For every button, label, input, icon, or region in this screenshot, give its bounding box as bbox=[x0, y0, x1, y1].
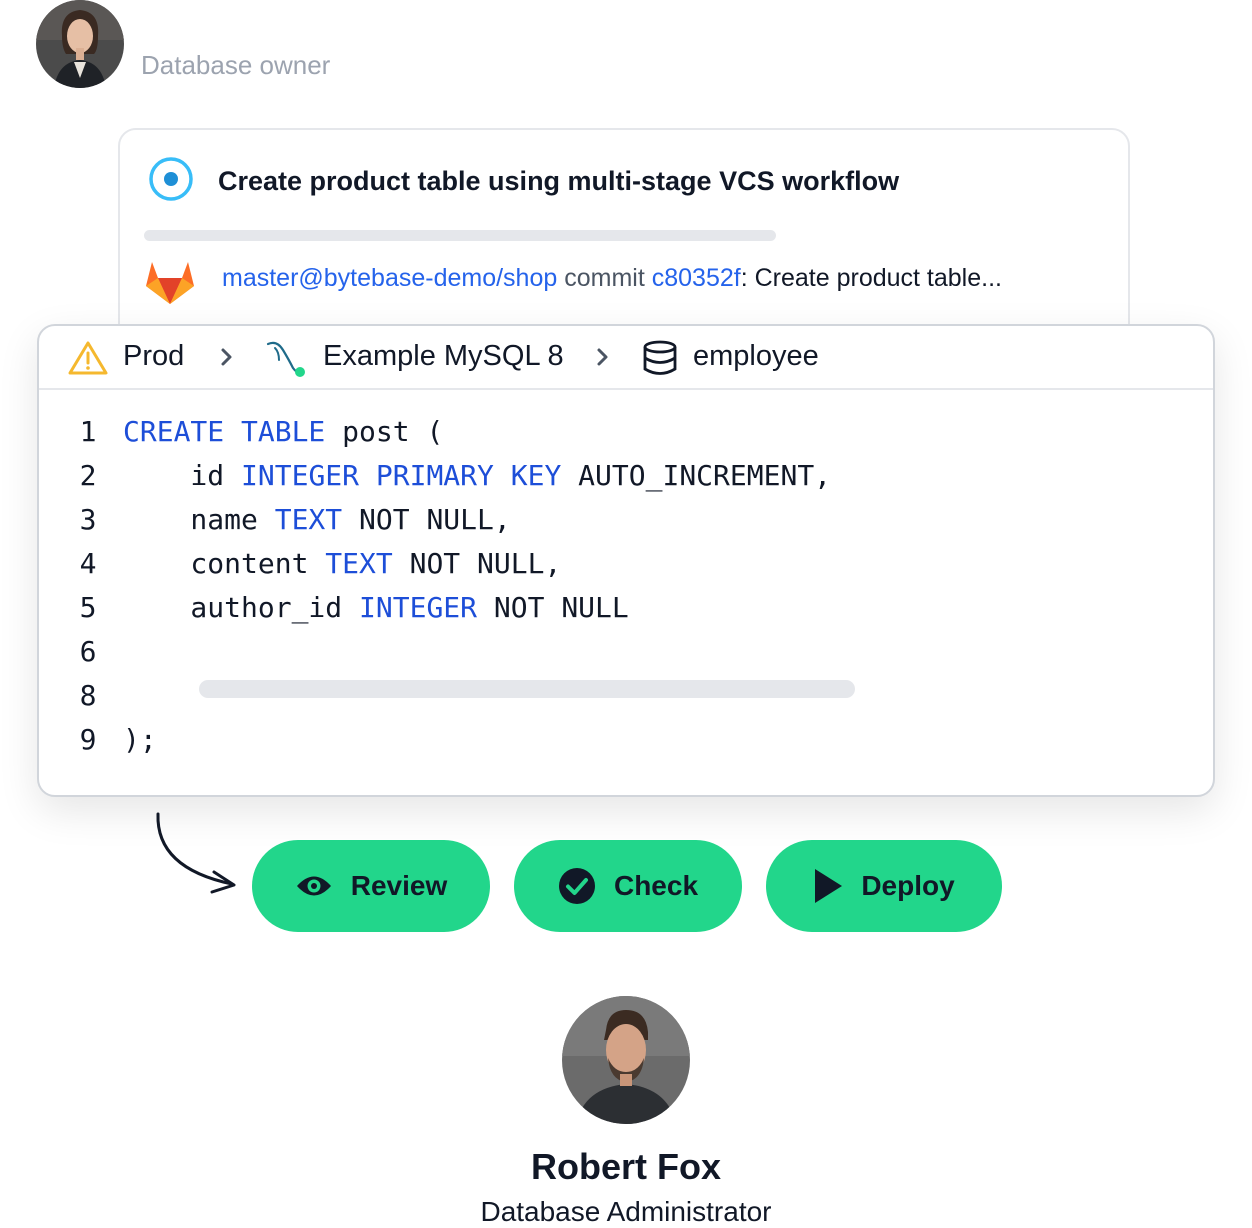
progress-placeholder bbox=[144, 230, 776, 241]
admin-avatar bbox=[562, 996, 690, 1124]
sql-text: NOT NULL, bbox=[392, 547, 562, 580]
sql-keyword: INTEGER PRIMARY KEY bbox=[241, 459, 562, 492]
radio-icon[interactable] bbox=[148, 156, 194, 202]
code-text: id INTEGER PRIMARY KEY AUTO_INCREMENT, bbox=[123, 454, 831, 498]
deploy-button[interactable]: Deploy bbox=[766, 840, 1002, 932]
check-button-label: Check bbox=[613, 870, 699, 901]
admin-role: Database Administrator bbox=[480, 1196, 772, 1227]
code-line: 1 CREATE TABLE post ( bbox=[39, 410, 1213, 454]
code-text: CREATE TABLE post ( bbox=[123, 410, 443, 454]
commit-line: master@bytebase-demo/shop commit c80352f… bbox=[222, 264, 1002, 293]
code-line: 5 author_id INTEGER NOT NULL bbox=[39, 586, 1213, 630]
code-line: 2 id INTEGER PRIMARY KEY AUTO_INCREMENT, bbox=[39, 454, 1213, 498]
deploy-button-label: Deploy bbox=[861, 870, 955, 901]
line-number: 8 bbox=[79, 679, 97, 712]
code-text: ); bbox=[123, 718, 157, 762]
sql-text: ); bbox=[123, 723, 157, 756]
line-number: 3 bbox=[79, 503, 97, 536]
sql-text: AUTO_INCREMENT, bbox=[561, 459, 832, 492]
sql-text: NOT NULL, bbox=[342, 503, 511, 536]
sql-text: post ( bbox=[325, 415, 444, 448]
breadcrumb-environment[interactable]: Prod bbox=[123, 340, 184, 373]
sql-text: name bbox=[123, 503, 275, 536]
sql-keyword: TEXT bbox=[274, 503, 343, 536]
review-button[interactable]: Review bbox=[252, 840, 490, 932]
play-icon bbox=[815, 869, 843, 903]
breadcrumb-instance[interactable]: Example MySQL 8 bbox=[323, 340, 564, 373]
admin-photo bbox=[562, 996, 690, 1124]
line-number: 4 bbox=[79, 547, 97, 580]
line-number: 9 bbox=[79, 723, 97, 756]
code-line: 6 bbox=[39, 630, 1213, 674]
review-button-label: Review bbox=[350, 870, 448, 901]
breadcrumb: Prod Example MySQL 8 employee bbox=[39, 326, 1213, 390]
commit-word: commit bbox=[564, 264, 645, 292]
database-icon bbox=[643, 340, 677, 375]
code-line: 4 content TEXT NOT NULL, bbox=[39, 542, 1213, 586]
code-placeholder-bar bbox=[199, 680, 855, 698]
admin-name: Robert Fox bbox=[530, 1146, 721, 1187]
gitlab-icon bbox=[146, 262, 194, 304]
chevron-right-icon bbox=[597, 348, 608, 366]
owner-avatar bbox=[36, 0, 124, 88]
breadcrumb-database[interactable]: employee bbox=[693, 340, 819, 373]
code-area[interactable]: 1 CREATE TABLE post (2 id INTEGER PRIMARY… bbox=[39, 410, 1213, 762]
code-text: author_id INTEGER NOT NULL bbox=[123, 586, 629, 630]
sql-keyword: INTEGER bbox=[359, 591, 478, 624]
commit-message: : Create product table... bbox=[740, 264, 1002, 292]
owner-photo bbox=[36, 0, 124, 88]
chevron-right-icon bbox=[221, 348, 232, 366]
task-title: Create product table using multi-stage V… bbox=[218, 166, 900, 196]
sql-text: author_id bbox=[123, 591, 360, 624]
code-line: 3 name TEXT NOT NULL, bbox=[39, 498, 1213, 542]
check-circle-icon bbox=[558, 868, 595, 904]
mysql-icon bbox=[266, 341, 305, 377]
code-text: content TEXT NOT NULL, bbox=[123, 542, 561, 586]
line-number: 6 bbox=[79, 635, 97, 668]
sql-keyword: TEXT bbox=[325, 547, 393, 580]
sql-text: id bbox=[123, 459, 242, 492]
sql-text: NOT NULL bbox=[477, 591, 629, 624]
warning-icon bbox=[68, 341, 108, 375]
line-number: 2 bbox=[79, 459, 97, 492]
check-button[interactable]: Check bbox=[514, 840, 742, 932]
line-number: 1 bbox=[79, 415, 97, 448]
sql-keyword: CREATE TABLE bbox=[123, 415, 326, 448]
eye-icon bbox=[296, 876, 331, 896]
code-line: 9); bbox=[39, 718, 1213, 762]
line-number: 5 bbox=[79, 591, 97, 624]
commit-hash-link[interactable]: c80352f bbox=[652, 264, 741, 292]
owner-role-label: Database owner bbox=[141, 50, 331, 80]
sql-editor-card: Prod Example MySQL 8 employee 1 CREATE TA… bbox=[37, 324, 1215, 797]
repo-ref-link[interactable]: master@bytebase-demo/shop bbox=[222, 264, 557, 292]
curved-arrow-icon bbox=[156, 812, 236, 894]
code-text: name TEXT NOT NULL, bbox=[123, 498, 511, 542]
sql-text: content bbox=[123, 547, 326, 580]
